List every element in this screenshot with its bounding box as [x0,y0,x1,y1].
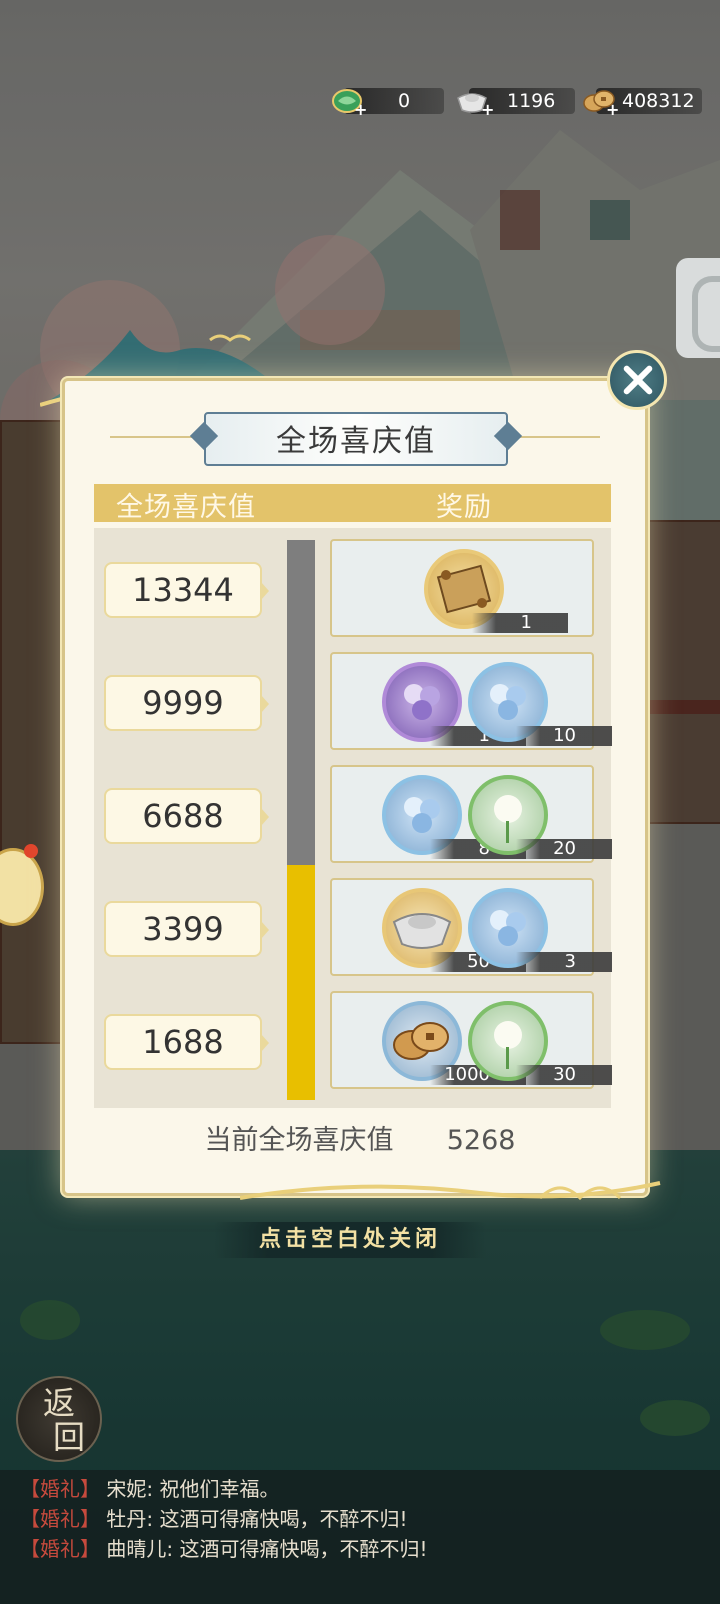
table-header: 全场喜庆值 奖励 [94,484,611,523]
chat-message: 【婚礼】 曲晴儿: 这酒可得痛快喝，不醉不归! [20,1537,428,1561]
currency-jade: + 0 [330,86,445,119]
current-festivity-value: 5268 [446,1125,516,1156]
dialog-title: 全场喜庆值 [276,424,436,459]
back-button[interactable]: 返 回 [16,1376,102,1462]
coin-count: 408312 [622,90,695,112]
tap-to-close-hint[interactable]: 点击空白处关闭 [214,1222,486,1258]
reward-item[interactable]: 20 [468,775,612,859]
reward-count: 1 [472,613,568,633]
back-label-bottom: 回 [52,1418,85,1456]
currency-silver: + 1196 [455,86,575,119]
current-festivity-label: 当前全场喜庆值 [204,1125,394,1156]
reward-row: 1000 30 [330,991,612,1089]
tier-value-9999: 9999 [104,675,269,731]
tier-value-3399: 3399 [104,901,269,957]
reward-count: 3 [516,952,612,972]
tier-value-1688: 1688 [104,1014,269,1070]
reward-item[interactable]: 1 [382,662,526,746]
progress-fill [287,865,315,1100]
reward-row: 50 3 [330,878,612,976]
title-divider-left [110,436,200,438]
add-coin-icon[interactable]: + [606,100,619,119]
side-tab[interactable] [676,258,720,358]
reward-count: 20 [516,839,612,859]
jade-count: 0 [398,90,411,112]
current-festivity: 当前全场喜庆值 5268 [150,1118,570,1157]
reward-item[interactable]: 1 [424,549,568,633]
reward-item[interactable]: 1000 [382,1001,526,1085]
chat-message: 【婚礼】 宋妮: 祝他们幸福。 [20,1477,280,1501]
title-divider-right [510,436,600,438]
notification-dot [24,844,38,858]
chat-message: 【婚礼】 牡丹: 这酒可得痛快喝，不醉不归! [20,1507,408,1531]
back-label-top: 返 [42,1384,75,1422]
close-icon[interactable] [607,350,667,410]
reward-item[interactable]: 8 [382,775,526,859]
header-value-label: 全场喜庆值 [116,492,256,523]
reward-row: 1 [330,539,594,637]
reward-item[interactable]: 3 [468,888,612,972]
tier-value-6688: 6688 [104,788,269,844]
tier-value-13344: 13344 [104,562,269,618]
reward-item[interactable]: 50 [382,888,526,972]
currency-coin: + 408312 [582,86,702,119]
reward-count: 30 [516,1065,612,1085]
reward-item[interactable]: 30 [468,1001,612,1085]
reward-row: 8 20 [330,765,612,863]
reward-count: 10 [516,726,612,746]
cloud-ornament [240,1181,661,1201]
add-jade-icon[interactable]: + [354,100,367,119]
chat-panel[interactable]: 【婚礼】 宋妮: 祝他们幸福。 【婚礼】 牡丹: 这酒可得痛快喝，不醉不归! 【… [0,1470,720,1604]
reward-item[interactable]: 10 [468,662,612,746]
add-silver-icon[interactable]: + [481,100,494,119]
reward-row: 1 10 [330,652,612,750]
header-reward-label: 奖励 [436,492,492,523]
silver-count: 1196 [507,90,556,112]
